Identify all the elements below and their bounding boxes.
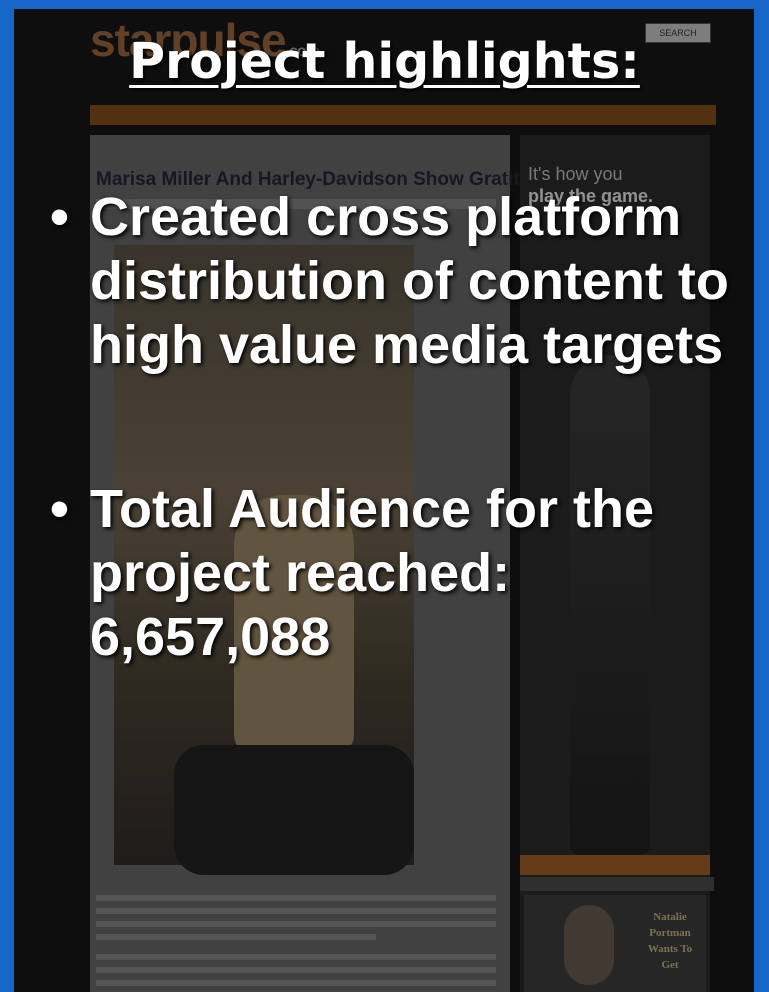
slide-title: Project highlights: xyxy=(129,33,640,90)
sidebar-promo: Natalie Portman Wants To Get xyxy=(524,895,706,992)
nav-bar xyxy=(90,105,716,125)
bullet-list: • Created cross platform distribution of… xyxy=(44,185,754,669)
sidebar-header-bar xyxy=(520,855,710,875)
bullet-item: • Total Audience for the project reached… xyxy=(44,477,754,669)
promo-text: Natalie Portman Wants To Get xyxy=(647,911,693,971)
bullet-text: Created cross platform distribution of c… xyxy=(90,187,729,375)
article-text-block xyxy=(96,895,496,992)
bullet-text: Total Audience for the project reached: … xyxy=(90,479,655,667)
bullet-dot-icon: • xyxy=(50,479,69,539)
slide-frame: starpulse.com SEARCH Marisa Miller And H… xyxy=(14,9,754,992)
promo-photo xyxy=(564,905,614,985)
sidebar-tabs xyxy=(520,877,714,891)
bullet-dot-icon: • xyxy=(50,187,69,247)
photo-motorcycle xyxy=(174,745,414,875)
bullet-item: • Created cross platform distribution of… xyxy=(44,185,754,377)
